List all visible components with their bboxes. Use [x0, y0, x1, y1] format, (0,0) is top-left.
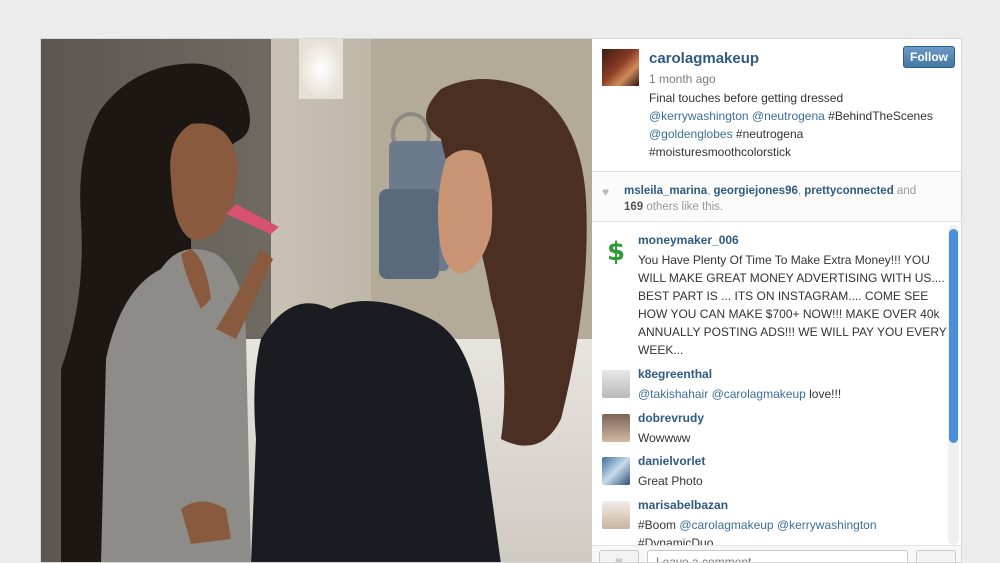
caption-mention[interactable]: @goldenglobes: [649, 127, 733, 141]
likes-section: ♥ msleila_marina, georgiejones96, pretty…: [592, 172, 961, 222]
comment-text-end: love!!!: [809, 387, 842, 401]
comment-input[interactable]: [647, 550, 908, 562]
follow-button[interactable]: Follow: [903, 46, 955, 68]
post-photo[interactable]: [41, 39, 592, 562]
comment-item: $ moneymaker_006 You Have Plenty Of Time…: [592, 233, 947, 363]
likes-text: msleila_marina, georgiejones96, prettyco…: [624, 185, 917, 213]
comment-hashtag[interactable]: #Boom: [638, 518, 676, 532]
comment-username[interactable]: k8egreenthal: [638, 367, 712, 381]
comment-text: Wowwww: [638, 431, 691, 445]
comment-mention[interactable]: @carolagmakeup: [712, 387, 806, 401]
post-modal: carolagmakeup 1 month ago Follow Final t…: [40, 38, 962, 563]
avatar[interactable]: [602, 414, 630, 442]
dollar-icon: $: [607, 237, 625, 267]
comment-bar: ♥ ...: [592, 545, 961, 563]
comment-username[interactable]: danielvorlet: [638, 454, 705, 468]
liker-username[interactable]: prettyconnected: [804, 185, 893, 197]
comment-text: You Have Plenty Of Time To Make Extra Mo…: [638, 253, 947, 357]
comment-text: @takishahair @carolagmakeup love!!!: [638, 385, 948, 403]
avatar[interactable]: [602, 370, 630, 398]
comment-item: k8egreenthal @takishahair @carolagmakeup…: [592, 367, 942, 407]
avatar[interactable]: [602, 49, 639, 86]
comments-list[interactable]: $ moneymaker_006 You Have Plenty Of Time…: [592, 223, 961, 546]
photo-illustration: [41, 39, 592, 562]
svg-text:$: $: [607, 237, 625, 264]
post-timestamp: 1 month ago: [649, 72, 716, 86]
caption-mention[interactable]: @kerrywashington: [649, 109, 749, 123]
likes-count[interactable]: 169: [624, 201, 643, 213]
heart-icon: ♥: [614, 553, 624, 563]
post-caption: Final touches before getting dressed @ke…: [649, 89, 955, 161]
comment-username[interactable]: marisabelbazan: [638, 498, 728, 512]
comments-scrollbar[interactable]: [948, 225, 959, 545]
likes-suffix: others like this.: [646, 201, 724, 213]
comment-mention[interactable]: @kerrywashington: [777, 518, 877, 532]
side-panel: carolagmakeup 1 month ago Follow Final t…: [592, 39, 961, 563]
caption-hashtag[interactable]: #BehindTheScenes: [828, 109, 933, 123]
comment-username[interactable]: moneymaker_006: [638, 233, 739, 247]
comment-item: dobrevrudy Wowwww: [592, 411, 942, 451]
avatar[interactable]: [602, 501, 630, 529]
heart-icon: ♥: [602, 185, 610, 199]
caption-hashtag[interactable]: #moisturesmoothcolorstick: [649, 145, 791, 159]
caption-mention[interactable]: @neutrogena: [752, 109, 825, 123]
comment-text: #Boom @carolagmakeup @kerrywashington #D…: [638, 516, 948, 546]
comment-mention[interactable]: @takishahair: [638, 387, 708, 401]
post-header: carolagmakeup 1 month ago Follow Final t…: [592, 39, 961, 172]
more-button[interactable]: ...: [916, 550, 956, 562]
avatar[interactable]: [602, 457, 630, 485]
comment-text: Great Photo: [638, 474, 703, 488]
comment-username[interactable]: dobrevrudy: [638, 411, 704, 425]
scrollbar-thumb[interactable]: [949, 229, 958, 443]
liker-username[interactable]: msleila_marina: [624, 185, 707, 197]
like-button[interactable]: ♥: [599, 550, 639, 563]
caption-text: Final touches before getting dressed: [649, 91, 844, 105]
liker-username[interactable]: georgiejones96: [714, 185, 798, 197]
comment-item: marisabelbazan #Boom @carolagmakeup @ker…: [592, 498, 942, 546]
avatar[interactable]: $: [602, 236, 630, 267]
likes-and: and: [896, 185, 917, 197]
post-username[interactable]: carolagmakeup: [649, 50, 759, 67]
caption-hashtag[interactable]: #neutrogena: [736, 127, 803, 141]
comment-item: danielvorlet Great Photo: [592, 454, 942, 494]
comment-mention[interactable]: @carolagmakeup: [679, 518, 773, 532]
